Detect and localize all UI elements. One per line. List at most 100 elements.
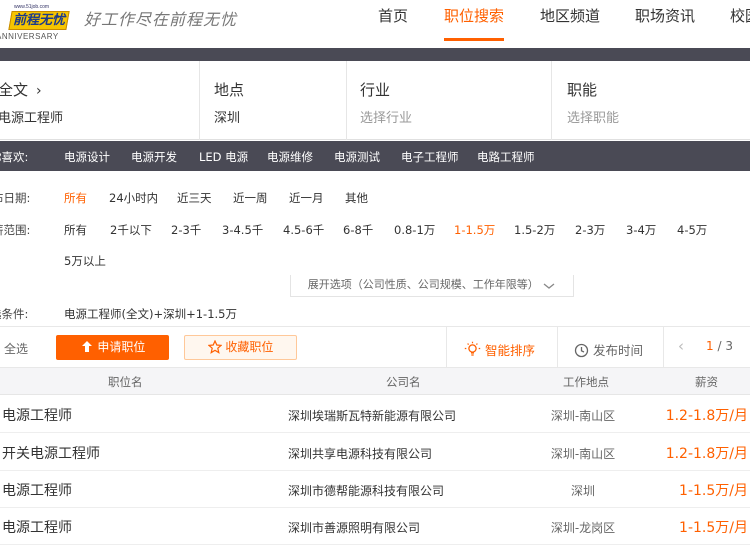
star-icon: [207, 340, 222, 354]
logo-badge: 前程无忧: [8, 11, 70, 30]
salary-option[interactable]: 3-4万: [626, 222, 656, 238]
current-page: 1: [706, 339, 714, 353]
chevron-down-icon: [543, 283, 555, 289]
job-salary: 1-1.5万/月: [679, 520, 748, 536]
column-header-company: 公司名: [386, 375, 421, 389]
select-all-checkbox[interactable]: 全选: [4, 340, 28, 357]
salary-option[interactable]: 4-5万: [677, 222, 707, 238]
company-name-link[interactable]: 深圳市德帮能源科技有限公司: [288, 482, 444, 499]
header-divider-bar: [0, 48, 750, 61]
related-keywords-label: 你喜欢:: [0, 150, 29, 164]
toolbar-divider: [557, 327, 558, 368]
chevron-right-icon: ›: [36, 83, 42, 99]
salary-option[interactable]: 2-3万: [575, 222, 605, 238]
function-label: 职能: [567, 81, 598, 99]
logo-anniversary-text: ANNIVERSARY: [0, 32, 59, 41]
apply-job-button[interactable]: 申请职位: [56, 335, 169, 360]
industry-field[interactable]: 行业 选择行业: [347, 61, 552, 140]
previous-page-icon[interactable]: ‹: [678, 337, 684, 355]
column-header-salary: 薪资: [695, 375, 718, 389]
column-header-title: 职位名: [108, 375, 143, 389]
upload-arrow-icon: [81, 341, 92, 352]
location-value[interactable]: 深圳: [214, 107, 240, 126]
company-name-link[interactable]: 深圳共享电源科技有限公司: [288, 445, 432, 462]
related-keyword[interactable]: 电源开发: [131, 149, 177, 165]
site-slogan: 好工作尽在前程无忧: [84, 10, 238, 29]
date-option-24h[interactable]: 24小时内: [109, 190, 158, 206]
expand-options-toggle[interactable]: 展开选项（公司性质、公司规模、工作年限等）: [290, 275, 574, 297]
table-row: 电源工程师 深圳市善源照明有限公司 深圳-龙岗区 1-1.5万/月: [0, 507, 750, 545]
results-toolbar: 全选 申请职位 收藏职位 智能排序 发布时间 ‹ 1 / 3: [0, 326, 750, 368]
company-name-link[interactable]: 深圳市善源照明有限公司: [288, 519, 420, 536]
company-name-link[interactable]: 深圳埃瑞斯瓦特新能源有限公司: [288, 407, 456, 424]
selected-conditions-value: 电源工程师(全文)+深圳+1-1.5万: [64, 307, 237, 321]
fulltext-value[interactable]: 电源工程师: [0, 107, 63, 126]
job-location: 深圳-南山区: [550, 447, 616, 461]
date-filter-label: 布日期:: [0, 191, 31, 205]
total-pages: / 3: [717, 339, 733, 353]
salary-option[interactable]: 所有: [64, 222, 87, 238]
function-field[interactable]: 职能 选择职能: [552, 61, 750, 140]
job-title-link[interactable]: 电源工程师: [2, 517, 72, 537]
job-title-link[interactable]: 电源工程师: [2, 480, 72, 500]
salary-option[interactable]: 0.8-1万: [394, 222, 435, 238]
salary-option-selected[interactable]: 1-1.5万: [454, 222, 495, 238]
favorite-job-button[interactable]: 收藏职位: [184, 335, 297, 360]
industry-label: 行业: [360, 81, 391, 99]
selected-conditions-label: 选条件:: [0, 307, 29, 321]
clock-icon: [574, 343, 589, 358]
table-row: 电源工程师 深圳埃瑞斯瓦特新能源有限公司 深圳-南山区 1.2-1.8万/月: [0, 395, 750, 433]
salary-option[interactable]: 2千以下: [110, 222, 152, 238]
related-keyword[interactable]: LED 电源: [199, 149, 248, 165]
site-logo[interactable]: www.51job.com 前程无忧 ANNIVERSARY: [0, 4, 78, 42]
job-salary: 1.2-1.8万/月: [665, 408, 748, 424]
salary-option[interactable]: 6-8千: [343, 222, 373, 238]
industry-placeholder[interactable]: 选择行业: [360, 107, 412, 126]
date-option-all[interactable]: 所有: [64, 190, 87, 206]
job-location: 深圳-南山区: [550, 409, 616, 423]
column-header-location: 工作地点: [563, 375, 609, 389]
search-panel: 全文 › 电源工程师 地点 深圳 行业 选择行业 职能 选择职能: [0, 61, 750, 140]
pagination-indicator: 1 / 3: [706, 339, 733, 353]
related-keywords-bar: 你喜欢: 电源设计 电源开发 LED 电源 电源维修 电源测试 电子工程师 电路…: [0, 141, 750, 171]
related-keyword[interactable]: 电源设计: [64, 149, 110, 165]
salary-option[interactable]: 3-4.5千: [222, 222, 263, 238]
salary-option[interactable]: 5万以上: [64, 253, 106, 269]
job-salary: 1.2-1.8万/月: [665, 446, 748, 462]
location-field[interactable]: 地点 深圳: [200, 61, 347, 140]
table-row: 开关电源工程师 深圳共享电源科技有限公司 深圳-南山区 1.2-1.8万/月: [0, 433, 750, 471]
expand-options-label: 展开选项（公司性质、公司规模、工作年限等）: [307, 278, 539, 291]
job-salary: 1-1.5万/月: [679, 483, 748, 499]
related-keyword[interactable]: 电源维修: [267, 149, 313, 165]
table-row: 电源工程师 深圳市德帮能源科技有限公司 深圳 1-1.5万/月: [0, 470, 750, 508]
results-table-header: 职位名 公司名 工作地点 薪资: [0, 368, 750, 395]
salary-option[interactable]: 4.5-6千: [283, 222, 324, 238]
job-location: 深圳: [570, 484, 595, 498]
toolbar-divider: [446, 327, 447, 368]
nav-career-news[interactable]: 职场资讯: [635, 0, 695, 42]
date-option-3days[interactable]: 近三天: [177, 190, 212, 206]
job-location: 深圳-龙岗区: [550, 521, 616, 535]
salary-option[interactable]: 1.5-2万: [514, 222, 555, 238]
nav-job-search[interactable]: 职位搜索: [444, 0, 504, 42]
job-title-link[interactable]: 电源工程师: [2, 405, 72, 425]
smart-sort-button[interactable]: 智能排序: [464, 340, 535, 359]
function-placeholder[interactable]: 选择职能: [567, 107, 619, 126]
date-option-month[interactable]: 近一月: [289, 190, 324, 206]
nav-region-channel[interactable]: 地区频道: [540, 0, 600, 42]
related-keyword[interactable]: 电子工程师: [401, 149, 459, 165]
job-title-link[interactable]: 开关电源工程师: [2, 443, 100, 463]
publish-time-sort-button[interactable]: 发布时间: [574, 340, 643, 359]
nav-home[interactable]: 首页: [378, 0, 408, 42]
fulltext-field[interactable]: 全文 › 电源工程师: [0, 61, 200, 140]
nav-campus[interactable]: 校园: [730, 0, 750, 42]
related-keyword[interactable]: 电路工程师: [477, 149, 535, 165]
related-keyword[interactable]: 电源测试: [334, 149, 380, 165]
date-option-other[interactable]: 其他: [345, 190, 368, 206]
salary-option[interactable]: 2-3千: [171, 222, 201, 238]
lightbulb-icon: [464, 341, 481, 356]
location-label: 地点: [214, 81, 245, 99]
date-option-week[interactable]: 近一周: [233, 190, 268, 206]
toolbar-divider: [663, 327, 664, 368]
salary-filter-label: 薪范围:: [0, 223, 31, 237]
